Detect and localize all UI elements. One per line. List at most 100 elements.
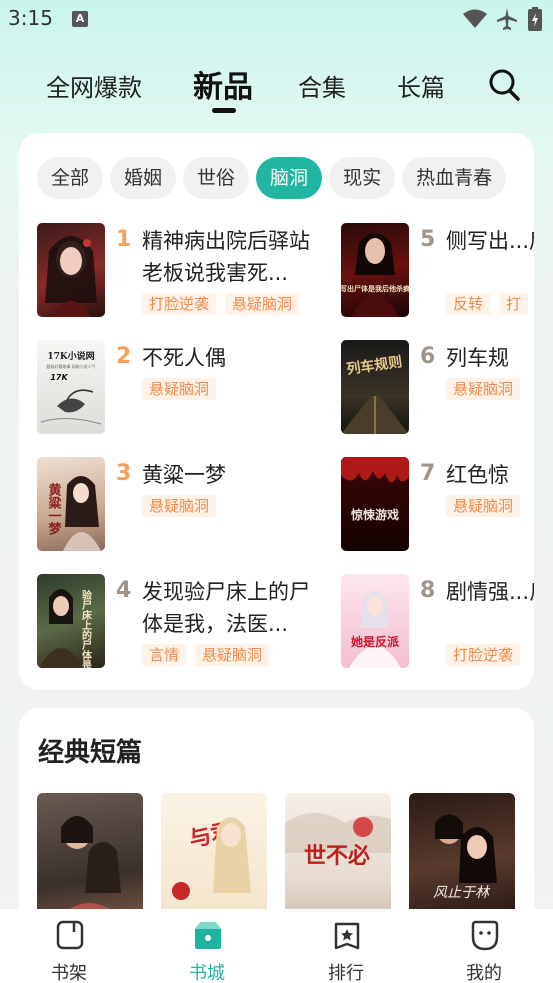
tag: 打脸逆袭 (142, 293, 217, 315)
ranking-item[interactable]: 侧写出尸体是我后他杀疯了 5 侧写出...后，他... 反转打 (341, 223, 534, 319)
book-tags: 悬疑脑洞 (142, 378, 225, 400)
nav-label: 书城 (189, 963, 225, 983)
tag: 悬疑脑洞 (225, 293, 300, 315)
nav-label: 排行 (328, 963, 364, 983)
short-book-cover[interactable]: 世不必 (285, 793, 391, 923)
status-bar: 3:15 A (0, 0, 553, 40)
chip-reality[interactable]: 现实 (329, 157, 396, 199)
battery-icon (528, 7, 542, 31)
cover-text: 世不必 (304, 843, 370, 869)
new-books-card: 全部 婚姻 世俗 脑洞 现实 热血青春 1 精神病出院后驿站老板说我害死... 打脸逆袭悬… (19, 133, 534, 690)
notification-a-icon: A (72, 11, 88, 27)
rank-number: 3 (116, 461, 132, 486)
ranking-grid: 1 精神病出院后驿站老板说我害死... 打脸逆袭 悬疑脑洞 17K小说网 超级好看故… (37, 223, 534, 683)
classic-shorts-row: 与君 世不必 风止于林 (37, 793, 534, 923)
active-tab-indicator (212, 108, 236, 113)
cover-brand: 17K小说网 (47, 350, 94, 362)
cover-text: 黄粱一梦 (46, 482, 63, 536)
book-title: 发现验尸床上的尸体是我，法医... (142, 580, 310, 636)
tag: 悬疑脑洞 (446, 378, 521, 400)
bottom-nav: 书架 书城 排行 我的 (0, 909, 553, 983)
chip-all[interactable]: 全部 (37, 157, 104, 199)
book-cover: 列车规则 (341, 340, 409, 434)
classic-shorts-card: 经典短篇 与君 世不必 风止于林 (19, 708, 534, 928)
rank-number: 4 (116, 578, 132, 603)
nav-label: 书架 (51, 963, 87, 983)
nav-profile[interactable]: 我的 (439, 909, 529, 983)
ranking-item[interactable]: 17K小说网 超级好看故事 网络小说人气 17K 2 不死人偶 悬疑脑洞 (37, 340, 337, 436)
search-icon[interactable] (488, 68, 520, 102)
tab-new[interactable]: 新品 (193, 62, 253, 106)
tab-collection[interactable]: 合集 (298, 68, 346, 103)
svg-text:17K: 17K (50, 373, 68, 382)
airplane-mode-icon (497, 8, 517, 30)
ranking-icon (334, 922, 360, 950)
section-title: 经典短篇 (38, 738, 143, 768)
book-cover: 她是反派 (341, 574, 409, 668)
short-book-cover[interactable] (37, 793, 143, 923)
top-tab-bar: 全网爆款 新品 合集 长篇 (0, 60, 553, 116)
ranking-item[interactable]: 黄粱一梦 3 黄粱一梦 悬疑脑洞 (37, 457, 337, 553)
rank-number: 1 (116, 227, 132, 252)
book-title: 精神病出院后驿站老板说我害死... (142, 229, 310, 285)
book-tags: 言情 悬疑脑洞 (142, 644, 278, 666)
rank-number: 2 (116, 344, 132, 369)
nav-label: 我的 (466, 963, 502, 983)
book-cover: 黄粱一梦 (37, 457, 105, 551)
nav-bookstore[interactable]: 书城 (162, 909, 252, 983)
rank-number: 7 (420, 461, 436, 486)
bookstore-icon (195, 922, 221, 949)
rank-number: 8 (420, 578, 436, 603)
tag: 反转 (446, 293, 491, 315)
book-tags: 打脸逆袭 (446, 644, 529, 666)
book-tags: 悬疑脑洞 (142, 495, 225, 517)
book-title: 侧写出...后，他... (446, 229, 534, 253)
book-tags: 打脸逆袭 悬疑脑洞 (142, 293, 308, 315)
tag: 打脸逆袭 (446, 644, 521, 666)
chip-imaginative[interactable]: 脑洞 (256, 157, 323, 199)
ranking-item[interactable]: 1 精神病出院后驿站老板说我害死... 打脸逆袭 悬疑脑洞 (37, 223, 337, 319)
tag: 打 (499, 293, 529, 315)
book-title: 剧情强...反派后 (446, 580, 534, 604)
chip-secular[interactable]: 世俗 (183, 157, 250, 199)
ranking-item[interactable]: 列车规则 6 列车规 悬疑脑洞 (341, 340, 534, 436)
cover-text: 侧写出尸体是我后他杀疯了 (341, 284, 409, 293)
book-cover: 17K小说网 超级好看故事 网络小说人气 17K (37, 340, 105, 434)
book-cover: 侧写出尸体是我后他杀疯了 (341, 223, 409, 317)
tab-long[interactable]: 长篇 (397, 68, 445, 103)
tab-hot[interactable]: 全网爆款 (46, 68, 142, 103)
tag: 悬疑脑洞 (195, 644, 270, 666)
chip-youth[interactable]: 热血青春 (402, 157, 507, 199)
nav-bookshelf[interactable]: 书架 (24, 909, 114, 983)
cover-text: 风止于林 (433, 885, 491, 901)
rank-number: 6 (420, 344, 436, 369)
book-title: 红色惊 (446, 463, 509, 487)
bookshelf-icon (56, 920, 84, 950)
book-cover (37, 223, 105, 317)
tag: 悬疑脑洞 (142, 495, 217, 517)
rank-number: 5 (420, 227, 436, 252)
category-filter-chips: 全部 婚姻 世俗 脑洞 现实 热血青春 (37, 157, 534, 201)
book-tags: 反转打 (446, 293, 534, 315)
book-title: 不死人偶 (142, 346, 226, 370)
book-cover: 验尸床上的尸体是我 (37, 574, 105, 668)
nav-ranking[interactable]: 排行 (301, 909, 391, 983)
book-title: 黄粱一梦 (142, 463, 226, 487)
ranking-item[interactable]: 验尸床上的尸体是我 4 发现验尸床上的尸体是我，法医... 言情 悬疑脑洞 (37, 574, 337, 670)
cover-text: 惊悚游戏 (351, 507, 399, 522)
ranking-item[interactable]: 惊悚游戏 7 红色惊 悬疑脑洞 (341, 457, 534, 553)
tag: 悬疑脑洞 (142, 378, 217, 400)
book-tags: 悬疑脑洞 (446, 495, 529, 517)
profile-icon (471, 920, 499, 951)
wifi-icon (463, 9, 487, 28)
tag: 悬疑脑洞 (446, 495, 521, 517)
tag: 言情 (142, 644, 187, 666)
short-book-cover[interactable]: 与君 (161, 793, 267, 923)
cover-text: 列车规则 (345, 353, 403, 378)
short-book-cover[interactable]: 风止于林 (409, 793, 515, 923)
book-cover: 惊悚游戏 (341, 457, 409, 551)
chip-marriage[interactable]: 婚姻 (110, 157, 177, 199)
book-tags: 悬疑脑洞 (446, 378, 529, 400)
book-title: 列车规 (446, 346, 509, 370)
ranking-item[interactable]: 她是反派 8 剧情强...反派后 打脸逆袭 (341, 574, 534, 670)
